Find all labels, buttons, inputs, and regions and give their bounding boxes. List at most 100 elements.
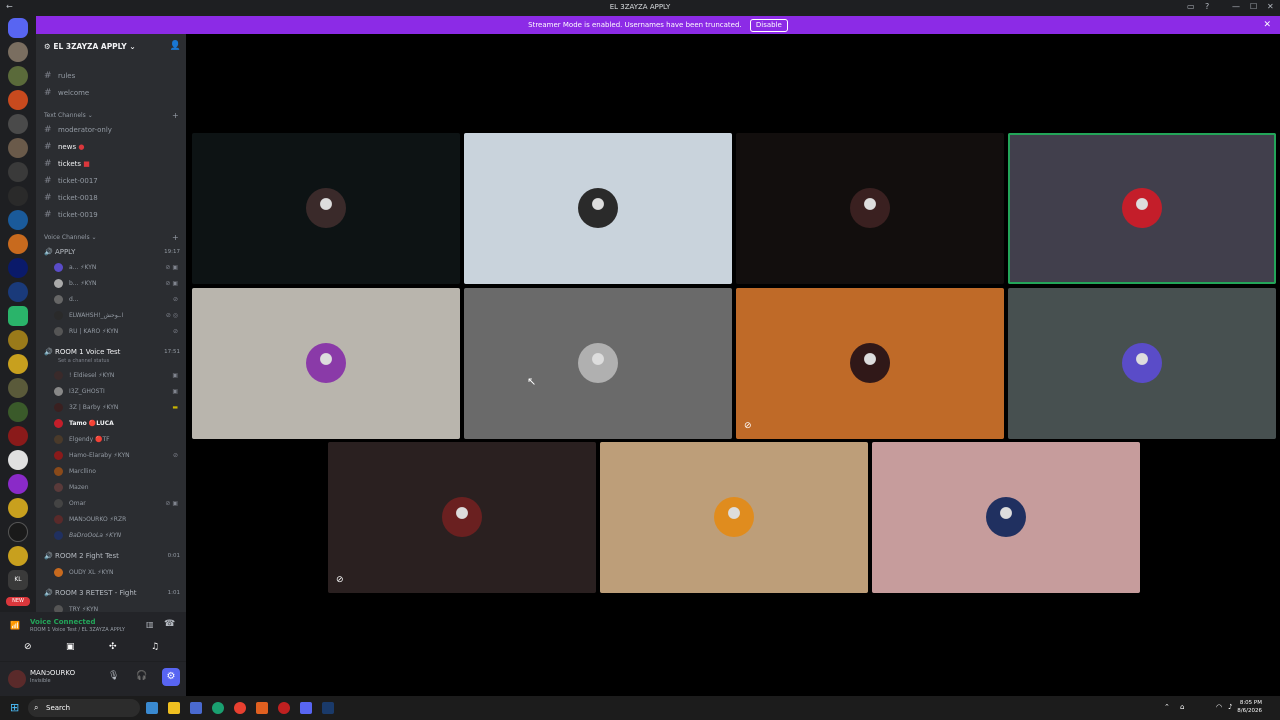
participant-video-tile[interactable] [1008, 288, 1276, 439]
server-icon[interactable] [8, 546, 28, 566]
channel-tickets[interactable]: # tickets ■ [44, 157, 90, 171]
brave-icon[interactable] [256, 702, 268, 714]
store-icon[interactable] [190, 702, 202, 714]
channel-rules[interactable]: # rules [44, 69, 75, 83]
discord-icon[interactable] [300, 702, 312, 714]
signal-icon[interactable]: 📶 [10, 621, 20, 630]
voice-user[interactable]: Hamo-Elaraby ⚡KYN ⊘ [54, 449, 180, 463]
server-icon[interactable] [8, 402, 28, 422]
voice-connected-subtitle[interactable]: ROOM 1 Voice Test / EL 3ZAYZA APPLY [30, 627, 125, 633]
inbox-icon[interactable]: ▭ [1187, 2, 1195, 11]
close-window-icon[interactable]: ✕ [1267, 2, 1274, 11]
server-icon[interactable] [8, 258, 28, 278]
voice-user[interactable]: Tamo 🔴LUCA [54, 417, 180, 431]
add-channel-icon[interactable]: + [172, 233, 179, 242]
server-icon[interactable] [8, 42, 28, 62]
server-icon[interactable] [8, 90, 28, 110]
close-icon[interactable]: ✕ [1263, 16, 1271, 34]
network-icon[interactable]: ⌂ [1180, 703, 1184, 711]
volume-icon[interactable]: ♪ [1228, 703, 1232, 711]
activities-icon[interactable]: ✣ [109, 642, 117, 652]
voice-user[interactable]: BaDroOoLa ⚡KYN [54, 529, 180, 543]
disconnect-icon[interactable]: ☎ [164, 619, 175, 629]
participant-video-tile[interactable] [192, 288, 460, 439]
server-icon[interactable] [8, 522, 28, 542]
voice-user[interactable]: OUDY XL ⚡KYN [54, 566, 180, 580]
opera-icon[interactable] [278, 702, 290, 714]
wifi-icon[interactable]: ◠ [1216, 703, 1222, 711]
voice-channel-room-3[interactable]: 🔊 ROOM 3 RETEST - Fight 1:01 [44, 586, 182, 600]
channel-ticket-0018[interactable]: # ticket-0018 [44, 191, 98, 205]
voice-user[interactable]: Marcllino [54, 465, 180, 479]
edge-icon[interactable] [212, 702, 224, 714]
server-icon[interactable] [8, 426, 28, 446]
voice-connected-title[interactable]: Voice Connected [30, 618, 96, 626]
widgets-icon[interactable] [146, 702, 158, 714]
category-voice-channels[interactable]: Voice Channels ⌄ + [44, 233, 179, 242]
voice-user[interactable]: d... ⊘ [54, 293, 180, 307]
participant-video-tile[interactable]: ⊘ [328, 442, 596, 593]
server-icon[interactable] [8, 66, 28, 86]
voice-user[interactable]: Elgendy 🔴TF [54, 433, 180, 447]
voice-channel-apply[interactable]: 🔊 APPLY 19:17 [44, 245, 182, 259]
server-icon[interactable] [8, 234, 28, 254]
category-text-channels[interactable]: Text Channels ⌄ + [44, 111, 179, 120]
server-icon[interactable] [8, 450, 28, 470]
channel-news[interactable]: # news ● [44, 140, 84, 154]
channel-welcome[interactable]: # welcome [44, 86, 89, 100]
voice-user[interactable]: I3Z_GHOSTI ▣ [54, 385, 180, 399]
server-icon[interactable] [8, 498, 28, 518]
user-name[interactable]: MANↄOURKO [30, 669, 75, 677]
taskbar-clock[interactable]: 8:05 PM 8/6/2026 [1237, 699, 1262, 715]
server-icon[interactable] [8, 138, 28, 158]
file-explorer-icon[interactable] [168, 702, 180, 714]
server-icon[interactable] [8, 210, 28, 230]
steam-icon[interactable] [322, 702, 334, 714]
home-icon[interactable] [8, 18, 28, 38]
server-icon[interactable] [8, 306, 28, 326]
server-icon[interactable] [8, 186, 28, 206]
participant-video-tile[interactable] [872, 442, 1140, 593]
voice-user[interactable]: Mazen [54, 481, 180, 495]
voice-user[interactable]: ELWAHSH!_ا.ـوحش ⊘ ◎ [54, 309, 180, 323]
screen-share-icon[interactable]: ▣ [66, 642, 75, 652]
taskbar-search[interactable]: ⌕ Search [28, 699, 140, 717]
voice-user[interactable]: a... ⚡KYN ⊘ ▣ [54, 261, 180, 275]
server-icon[interactable] [8, 282, 28, 302]
server-icon[interactable] [8, 162, 28, 182]
voice-user[interactable]: MANↄOURKO ⚡RZR [54, 513, 180, 527]
settings-gear-icon[interactable]: ⚙ [162, 668, 180, 686]
add-member-icon[interactable]: 👤 [170, 41, 181, 51]
back-icon[interactable]: ← [6, 2, 13, 11]
add-channel-icon[interactable]: + [172, 111, 179, 120]
participant-video-tile[interactable] [600, 442, 868, 593]
participant-video-tile[interactable]: ⊘ [736, 288, 1004, 439]
channel-status[interactable]: Set a channel status [58, 358, 109, 364]
server-icon[interactable] [8, 330, 28, 350]
channel-ticket-0019[interactable]: # ticket-0019 [44, 208, 98, 222]
participant-video-tile[interactable] [192, 133, 460, 284]
server-icon[interactable] [8, 114, 28, 134]
noise-suppression-icon[interactable]: ▥ [146, 620, 154, 629]
voice-channel-room-2[interactable]: 🔊 ROOM 2 Fight Test 0:01 [44, 549, 182, 563]
avatar[interactable] [8, 670, 26, 688]
channel-moderator-only[interactable]: # moderator-only [44, 123, 112, 137]
help-icon[interactable]: ? [1205, 2, 1209, 11]
disable-button[interactable]: Disable [749, 19, 788, 32]
voice-channel-room-1[interactable]: 🔊 ROOM 1 Voice Test 17:51 [44, 345, 182, 359]
participant-video-tile[interactable] [736, 133, 1004, 284]
server-name[interactable]: ⚙ EL 3ZAYZA APPLY ⌄ [44, 42, 136, 51]
participant-video-tile[interactable] [464, 288, 732, 439]
participant-video-tile[interactable] [1008, 133, 1276, 284]
server-icon[interactable] [8, 354, 28, 374]
microphone-icon[interactable]: 🎙 [108, 671, 119, 681]
participant-video-tile[interactable] [464, 133, 732, 284]
chrome-icon[interactable] [234, 702, 246, 714]
minimize-icon[interactable]: — [1232, 2, 1240, 11]
channel-ticket-0017[interactable]: # ticket-0017 [44, 174, 98, 188]
maximize-icon[interactable]: ☐ [1250, 2, 1257, 11]
voice-user[interactable]: 3Z | Barby ⚡KYN ▬ [54, 401, 180, 415]
voice-user[interactable]: ! Eldiesel ⚡KYN ▣ [54, 369, 180, 383]
voice-user[interactable]: Omar ⊘ ▣ [54, 497, 180, 511]
windows-start-icon[interactable]: ⊞ [10, 701, 19, 714]
